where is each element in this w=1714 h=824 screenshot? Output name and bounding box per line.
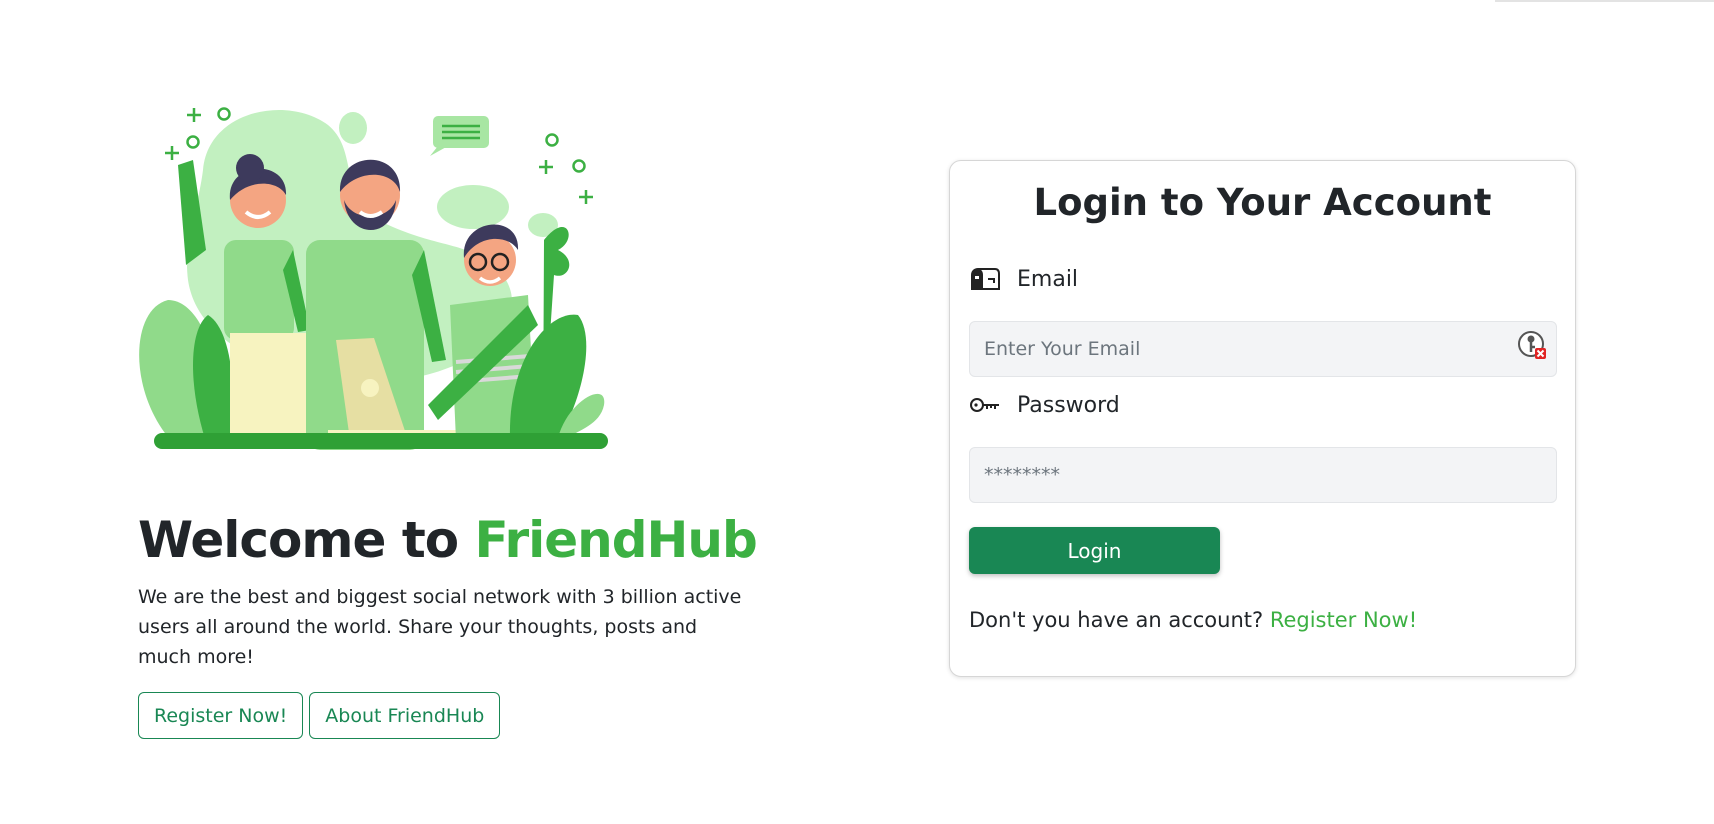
register-now-link[interactable]: Register Now! xyxy=(1270,608,1417,632)
welcome-section: Welcome to FriendHub We are the best and… xyxy=(138,100,758,739)
welcome-prefix: Welcome to xyxy=(138,511,459,569)
email-field[interactable] xyxy=(969,321,1557,377)
welcome-description: We are the best and biggest social netwo… xyxy=(138,586,742,668)
top-divider xyxy=(1495,0,1714,2)
register-now-button[interactable]: Register Now! xyxy=(138,692,304,739)
brand-name: FriendHub xyxy=(474,511,758,569)
login-card: Login to Your Account Email Enter Your E… xyxy=(949,160,1576,677)
people-illustration xyxy=(139,107,608,450)
email-label-text: Email xyxy=(1017,266,1079,292)
key-icon xyxy=(969,392,1001,418)
signup-prompt-text: Don't you have an account? xyxy=(969,608,1264,632)
hero-actions: Register Now! About FriendHub xyxy=(138,692,758,739)
welcome-heading: Welcome to FriendHub xyxy=(138,513,758,568)
login-button[interactable]: Login xyxy=(969,527,1220,574)
email-label: Email xyxy=(969,266,1078,292)
login-title: Login to Your Account xyxy=(1033,181,1492,224)
mailbox-icon xyxy=(969,266,1001,292)
about-friendhub-button[interactable]: About FriendHub xyxy=(309,692,501,739)
password-label-text: Password xyxy=(1017,392,1120,418)
password-label: Password xyxy=(969,392,1120,418)
signup-prompt: Don't you have an account? Register Now! xyxy=(969,608,1417,632)
password-field[interactable] xyxy=(969,447,1557,503)
password-manager-icon[interactable] xyxy=(1517,330,1547,360)
